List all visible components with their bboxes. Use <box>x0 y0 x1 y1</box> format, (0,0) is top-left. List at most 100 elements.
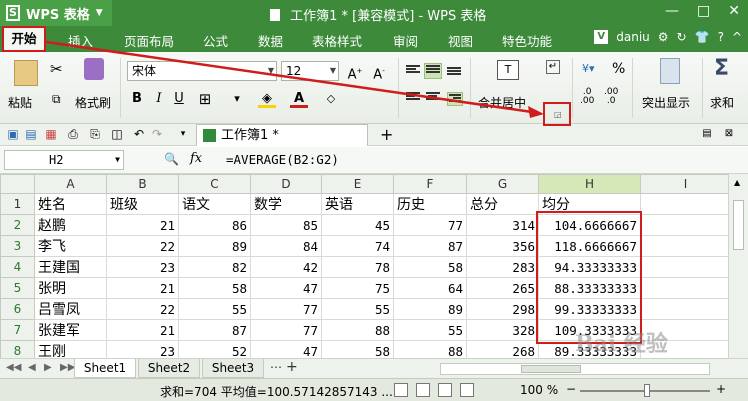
tab-review[interactable]: 审阅 <box>393 31 418 50</box>
row-header[interactable]: 7 <box>0 319 35 341</box>
alignment-dialog-launcher-icon[interactable]: ◲ <box>554 110 562 119</box>
close-button[interactable]: ✕ <box>728 3 740 19</box>
customize-qat-icon[interactable]: ▾ <box>176 127 190 141</box>
print-icon[interactable]: ⎙ <box>66 127 80 141</box>
decrease-decimal-icon[interactable]: .00.0 <box>604 88 618 106</box>
cell[interactable]: 55 <box>178 298 251 320</box>
column-header[interactable]: D <box>250 174 322 194</box>
tab-close-icon[interactable]: ⊠ <box>722 127 736 141</box>
save-as-icon[interactable]: ▤ <box>24 127 38 141</box>
column-header[interactable]: F <box>393 174 467 194</box>
font-size-select[interactable]: 12 ▼ <box>281 61 339 81</box>
cell[interactable]: 英语 <box>321 193 394 215</box>
more-icon[interactable]: ▾ <box>228 90 246 108</box>
cell[interactable]: 87 <box>178 319 251 341</box>
cell[interactable]: 55 <box>321 298 394 320</box>
cell[interactable]: 84 <box>250 235 322 257</box>
page-break-view-icon[interactable] <box>438 383 452 397</box>
row-header[interactable]: 1 <box>0 193 35 215</box>
vertical-scrollbar[interactable]: ▲ <box>728 174 748 358</box>
cell[interactable] <box>640 214 731 236</box>
cell[interactable]: 45 <box>321 214 394 236</box>
format-painter-icon[interactable] <box>84 58 104 80</box>
row-header[interactable]: 3 <box>0 235 35 257</box>
formula-input[interactable]: =AVERAGE(B2:G2) <box>226 152 339 167</box>
cell[interactable]: 语文 <box>178 193 251 215</box>
cell[interactable]: 数学 <box>250 193 322 215</box>
font-color-icon[interactable]: A <box>290 90 308 108</box>
underline-button[interactable]: U <box>170 90 188 108</box>
name-box[interactable]: H2 ▼ <box>4 150 124 170</box>
more-sheets-icon[interactable]: ⋯ <box>270 360 282 374</box>
font-name-select[interactable]: 宋体 ▼ <box>127 61 277 81</box>
cell[interactable]: 58 <box>178 277 251 299</box>
cell[interactable]: 58 <box>393 256 467 278</box>
cell[interactable]: 77 <box>250 319 322 341</box>
insert-function-button[interactable]: fx <box>190 151 202 166</box>
skin-icon[interactable]: 👕 <box>695 30 710 44</box>
scrollbar-thumb[interactable] <box>521 365 581 373</box>
cell[interactable]: 李飞 <box>34 235 107 257</box>
cell[interactable]: 77 <box>393 214 467 236</box>
preview-icon[interactable]: ◫ <box>110 127 124 141</box>
cell[interactable]: 283 <box>466 256 539 278</box>
wrap-text-icon[interactable]: ↵ <box>546 60 560 74</box>
cell[interactable]: 99.33333333 <box>538 298 641 320</box>
cell[interactable]: 82 <box>178 256 251 278</box>
column-header[interactable]: G <box>466 174 539 194</box>
tab-table-style[interactable]: 表格样式 <box>312 31 362 50</box>
tab-view[interactable]: 视图 <box>448 31 473 50</box>
cell[interactable]: 总分 <box>466 193 539 215</box>
highlight-button[interactable]: 突出显示 <box>642 94 690 111</box>
cell[interactable]: 74 <box>321 235 394 257</box>
prev-sheet-icon[interactable]: ◀ <box>28 362 36 373</box>
align-bottom-icon[interactable] <box>447 67 461 79</box>
cell[interactable]: 89 <box>393 298 467 320</box>
merge-center-icon[interactable]: T <box>497 60 519 80</box>
cell[interactable] <box>640 193 731 215</box>
cell[interactable]: 21 <box>106 214 179 236</box>
horizontal-scrollbar[interactable] <box>440 363 710 375</box>
column-header[interactable]: A <box>34 174 107 194</box>
zoom-in-icon[interactable]: + <box>716 382 726 396</box>
app-menu-button[interactable]: S WPS 表格 ▼ <box>0 0 112 26</box>
scroll-up-icon[interactable]: ▲ <box>734 178 740 187</box>
sheet-tab-2[interactable]: Sheet2 <box>138 359 200 378</box>
cell[interactable]: 104.6666667 <box>538 214 641 236</box>
column-header[interactable]: H <box>538 174 641 194</box>
cell[interactable]: 23 <box>106 256 179 278</box>
grow-font-icon[interactable]: A+ <box>346 62 364 82</box>
column-header[interactable]: B <box>106 174 179 194</box>
column-header[interactable]: E <box>321 174 394 194</box>
copy-icon[interactable]: ⧉ <box>52 92 61 107</box>
cell[interactable]: 85 <box>250 214 322 236</box>
bold-button[interactable]: B <box>128 90 146 108</box>
align-right-icon[interactable] <box>447 92 463 106</box>
fill-color-icon[interactable]: ◈ <box>258 90 276 108</box>
cell[interactable]: 47 <box>250 277 322 299</box>
settings-icon[interactable]: ⚙ <box>658 30 669 44</box>
tab-special[interactable]: 特色功能 <box>502 31 552 50</box>
cell[interactable]: 88 <box>321 319 394 341</box>
row-header[interactable]: 4 <box>0 256 35 278</box>
scrollbar-thumb[interactable] <box>733 200 744 250</box>
maximize-button[interactable]: □ <box>697 3 710 19</box>
normal-view-icon[interactable] <box>394 383 408 397</box>
cell[interactable]: 吕雪凤 <box>34 298 107 320</box>
cell[interactable]: 328 <box>466 319 539 341</box>
sum-button[interactable]: 求和 <box>710 94 734 111</box>
shrink-font-icon[interactable]: A- <box>370 62 388 82</box>
cell[interactable] <box>640 235 731 257</box>
percent-button[interactable]: % <box>612 61 625 77</box>
cell[interactable]: 265 <box>466 277 539 299</box>
next-sheet-icon[interactable]: ▶ <box>44 362 52 373</box>
tab-page-layout[interactable]: 页面布局 <box>124 31 174 50</box>
row-header[interactable]: 6 <box>0 298 35 320</box>
align-top-icon[interactable] <box>406 65 420 77</box>
undo-icon[interactable]: ↶ <box>132 127 146 141</box>
collapse-ribbon-icon[interactable]: ^ <box>732 30 742 44</box>
cell[interactable]: 64 <box>393 277 467 299</box>
clear-format-icon[interactable]: ◇ <box>322 90 340 108</box>
cell[interactable]: 21 <box>106 277 179 299</box>
cell[interactable]: 王建国 <box>34 256 107 278</box>
